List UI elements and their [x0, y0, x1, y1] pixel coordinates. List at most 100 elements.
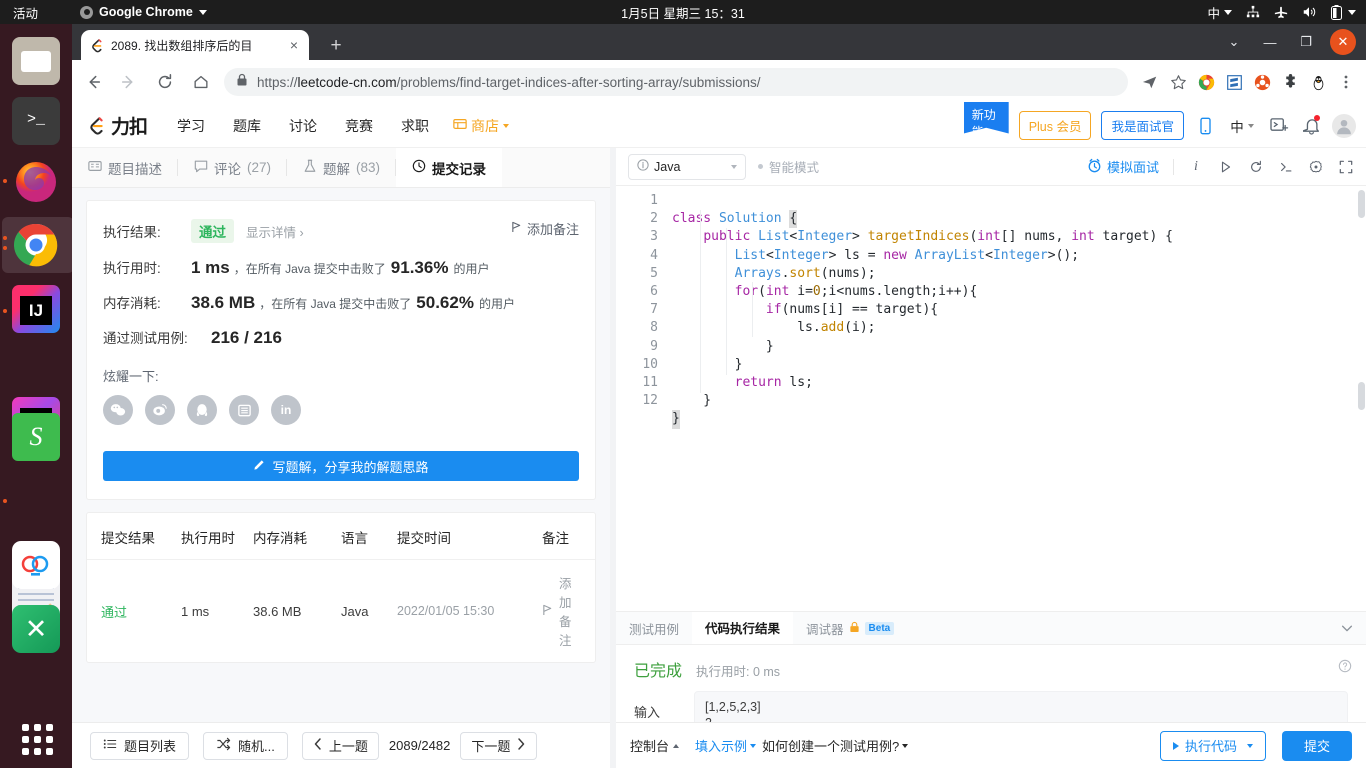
show-applications-icon[interactable]: [12, 714, 60, 762]
how-create-testcase-link[interactable]: 如何创建一个测试用例?: [762, 736, 909, 755]
new-tab-button[interactable]: +: [325, 36, 347, 58]
wechat-icon[interactable]: [103, 395, 133, 425]
douban-icon[interactable]: [229, 395, 259, 425]
write-solution-button[interactable]: 写题解，分享我的解题思路: [103, 451, 579, 481]
app-menu-chrome[interactable]: Google Chrome: [80, 5, 207, 19]
prev-problem-button[interactable]: 上一题: [301, 731, 379, 760]
run-code-button[interactable]: 执行代码: [1159, 730, 1266, 761]
input-method-indicator[interactable]: 中: [1207, 3, 1232, 22]
fill-example-link[interactable]: 填入示例: [695, 736, 757, 755]
tab-label: 提交记录: [432, 161, 487, 177]
activities-button[interactable]: 活动: [13, 3, 38, 22]
maximize-icon[interactable]: ❐: [1288, 24, 1324, 60]
battery-menu[interactable]: [1329, 4, 1356, 20]
tab-comments[interactable]: 评论 (27): [178, 148, 288, 187]
share-icon[interactable]: [1136, 68, 1164, 96]
address-bar[interactable]: https://leetcode-cn.com/problems/find-ta…: [224, 68, 1128, 96]
notification-bell-icon[interactable]: [1300, 114, 1322, 137]
nav-item-shop[interactable]: 商店: [443, 116, 510, 136]
url-scheme: https://: [257, 74, 298, 90]
terminal-icon[interactable]: >_: [12, 97, 60, 145]
chrome-icon[interactable]: [12, 221, 60, 269]
extensions-puzzle-icon[interactable]: [1276, 68, 1304, 96]
cell-add-note[interactable]: 添加备注: [542, 573, 581, 649]
show-detail-link[interactable]: 显示详情 ›: [246, 222, 304, 241]
airplane-icon[interactable]: [1273, 5, 1288, 20]
mock-interview-button[interactable]: 模拟面试: [1087, 157, 1159, 176]
tab-exec-result[interactable]: 代码执行结果: [692, 612, 794, 644]
tab-testcase[interactable]: 测试用例: [616, 612, 692, 644]
next-problem-button[interactable]: 下一题: [460, 731, 538, 760]
forward-icon[interactable]: [114, 67, 144, 97]
close-tab-icon[interactable]: ×: [287, 37, 301, 53]
chrome-menu-icon[interactable]: [1332, 68, 1360, 96]
reset-icon[interactable]: [1248, 159, 1264, 175]
plus-member-button[interactable]: Plus 会员: [1018, 111, 1092, 140]
nav-item-jobs[interactable]: 求职: [387, 116, 443, 136]
nav-item-contest[interactable]: 竞赛: [331, 116, 387, 136]
console-toggle[interactable]: 控制台: [630, 736, 680, 755]
leetcode-logo[interactable]: 力扣: [86, 112, 148, 139]
chevron-down-icon[interactable]: ⌄: [1216, 24, 1252, 60]
new-feature-badge[interactable]: 新功能: [963, 101, 1009, 134]
editor-scrollbar[interactable]: [1358, 190, 1365, 218]
editor-scrollbar-thumb[interactable]: [1358, 382, 1365, 410]
help-circle-icon[interactable]: [1338, 659, 1352, 678]
files-icon[interactable]: [12, 37, 60, 85]
avatar[interactable]: [1332, 113, 1356, 138]
minimize-icon[interactable]: —: [1252, 24, 1288, 60]
collapse-panel-icon[interactable]: [1340, 612, 1366, 644]
table-row[interactable]: 通过 1 ms 38.6 MB Java 2022/01/05 15:30 添加…: [87, 560, 595, 662]
mobile-icon[interactable]: [1194, 115, 1216, 137]
tab-submissions[interactable]: 提交记录: [396, 148, 503, 187]
interviewer-button[interactable]: 我是面试官: [1101, 111, 1184, 140]
cell-result[interactable]: 通过: [101, 602, 181, 621]
volume-icon[interactable]: [1301, 5, 1316, 20]
sublime-text-icon[interactable]: S: [12, 413, 60, 461]
console-icon[interactable]: [1278, 159, 1294, 175]
tab-solutions[interactable]: 题解 (83): [287, 148, 397, 187]
firefox-icon[interactable]: [12, 157, 60, 205]
info-icon[interactable]: i: [1188, 159, 1204, 175]
network-icon[interactable]: [1245, 5, 1260, 20]
submit-button[interactable]: 提交: [1281, 730, 1352, 761]
baidu-netdisk-icon[interactable]: [12, 541, 60, 589]
fullscreen-icon[interactable]: [1338, 159, 1354, 175]
invite-icon[interactable]: [1268, 115, 1290, 137]
weibo-icon[interactable]: [145, 395, 175, 425]
chevron-up-icon: [673, 743, 680, 748]
linkedin-icon[interactable]: in: [271, 395, 301, 425]
add-note-button[interactable]: 添加备注: [511, 219, 579, 238]
intellij-idea-icon[interactable]: IJ: [12, 285, 60, 333]
settings-icon[interactable]: [1308, 159, 1324, 175]
language-switcher[interactable]: 中: [1226, 115, 1258, 137]
nav-item-problems[interactable]: 题库: [219, 116, 275, 136]
shop-icon: [453, 117, 467, 134]
nav-item-discuss[interactable]: 讨论: [275, 116, 331, 136]
extension-linux-icon[interactable]: [1304, 68, 1332, 96]
reload-icon[interactable]: [150, 67, 180, 97]
browser-tab[interactable]: 2089. 找出数组排序后的目 ×: [81, 30, 309, 60]
bookmark-star-icon[interactable]: [1164, 68, 1192, 96]
back-icon[interactable]: [78, 67, 108, 97]
tab-debugger[interactable]: 调试器 Beta: [793, 612, 907, 644]
smart-mode-toggle[interactable]: 智能模式: [758, 157, 819, 176]
xmind-icon[interactable]: ✕: [12, 605, 60, 653]
code-text[interactable]: class Solution { public List<Integer> ta…: [672, 192, 1173, 429]
language-select[interactable]: Java: [628, 153, 746, 180]
qq-icon[interactable]: [187, 395, 217, 425]
shuffle-icon: [216, 737, 231, 754]
tab-description[interactable]: 题目描述: [72, 148, 178, 187]
close-icon[interactable]: ✕: [1330, 29, 1356, 55]
extension-chrome-icon[interactable]: [1192, 68, 1220, 96]
extension-sublime-icon[interactable]: [1220, 68, 1248, 96]
run-triangle-icon[interactable]: [1218, 159, 1234, 175]
random-problem-button[interactable]: 随机...: [203, 731, 288, 760]
nav-item-study[interactable]: 学习: [163, 116, 219, 136]
code-editor[interactable]: 1 2 3 4 5 6 7 8 9 10 11 12 class Solutio…: [616, 186, 1366, 611]
share-label: 炫耀一下:: [103, 369, 159, 384]
extension-ubuntu-icon[interactable]: [1248, 68, 1276, 96]
home-icon[interactable]: [186, 67, 216, 97]
clock[interactable]: 1月5日 星期三 15：31: [621, 3, 745, 22]
problem-list-button[interactable]: 题目列表: [90, 731, 190, 760]
